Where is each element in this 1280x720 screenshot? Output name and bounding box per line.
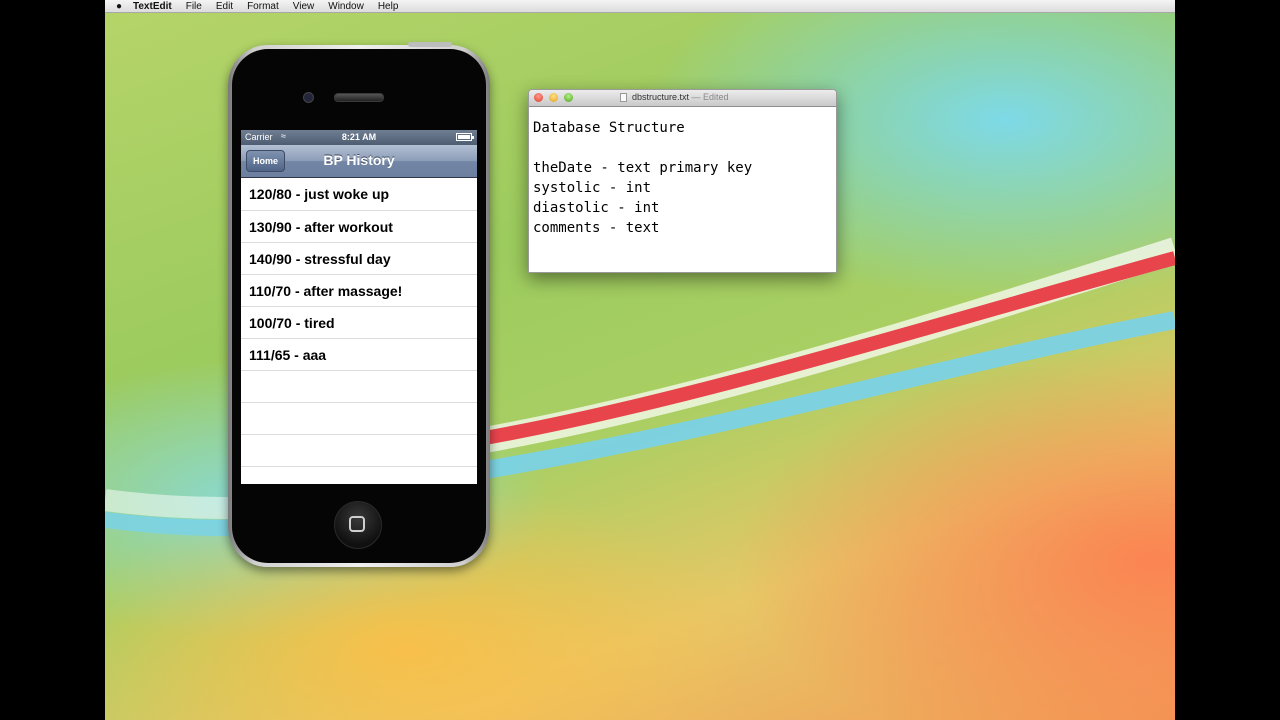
window-title: dbstructure.txt — Edited xyxy=(632,92,729,102)
desktop: ● TextEdit File Edit Format View Window … xyxy=(105,0,1175,720)
menu-format[interactable]: Format xyxy=(247,1,279,12)
sleep-button[interactable] xyxy=(408,42,452,47)
document-icon[interactable] xyxy=(620,93,627,102)
status-bar: Carrier ≈ 8:21 AM xyxy=(241,130,477,145)
text-line: ​ xyxy=(533,138,836,158)
apple-icon[interactable]: ● xyxy=(105,1,133,12)
list-item[interactable]: 120/80 - just woke up xyxy=(241,178,477,211)
menu-window[interactable]: Window xyxy=(328,1,364,12)
status-time: 8:21 AM xyxy=(341,132,377,142)
empty-row xyxy=(241,371,477,403)
nav-title: BP History xyxy=(323,152,395,168)
text-line: Database Structure xyxy=(533,120,685,136)
list-item[interactable]: 110/70 - after massage! xyxy=(241,275,477,307)
speaker-grille xyxy=(334,93,384,102)
menu-app-name[interactable]: TextEdit xyxy=(133,1,172,12)
window-titlebar[interactable]: dbstructure.txt — Edited xyxy=(529,90,836,107)
list-item[interactable]: 130/90 - after workout xyxy=(241,211,477,243)
menu-file[interactable]: File xyxy=(186,1,202,12)
menu-edit[interactable]: Edit xyxy=(216,1,233,12)
home-button-icon[interactable] xyxy=(334,501,382,549)
text-line: systolic - int xyxy=(533,180,652,196)
empty-row xyxy=(241,467,477,484)
menu-bar: ● TextEdit File Edit Format View Window … xyxy=(105,0,1175,13)
empty-row xyxy=(241,435,477,467)
text-editor-area[interactable]: Database Structure ​ theDate - text primar… xyxy=(529,107,836,238)
edited-indicator: — Edited xyxy=(689,92,729,102)
minimize-window-button[interactable] xyxy=(549,93,558,102)
menu-help[interactable]: Help xyxy=(378,1,399,12)
list-item[interactable]: 111/65 - aaa xyxy=(241,339,477,371)
zoom-window-button[interactable] xyxy=(564,93,573,102)
close-window-button[interactable] xyxy=(534,93,543,102)
empty-row xyxy=(241,403,477,435)
battery-icon xyxy=(456,133,474,141)
letterbox-right xyxy=(1175,0,1280,720)
file-name: dbstructure.txt xyxy=(632,92,690,102)
text-line: comments - text xyxy=(533,220,660,236)
list-item[interactable]: 100/70 - tired xyxy=(241,307,477,339)
text-line: theDate - text primary key xyxy=(533,160,753,176)
iphone-screen: Carrier ≈ 8:21 AM Home BP History 120/80… xyxy=(241,130,477,484)
letterbox-left xyxy=(0,0,105,720)
list-item[interactable]: 140/90 - stressful day xyxy=(241,243,477,275)
text-line: diastolic - int xyxy=(533,200,660,216)
camera-icon xyxy=(303,92,314,103)
textedit-window: dbstructure.txt — Edited Database Struct… xyxy=(528,89,837,273)
menu-view[interactable]: View xyxy=(293,1,315,12)
navigation-bar: Home BP History xyxy=(241,145,477,178)
